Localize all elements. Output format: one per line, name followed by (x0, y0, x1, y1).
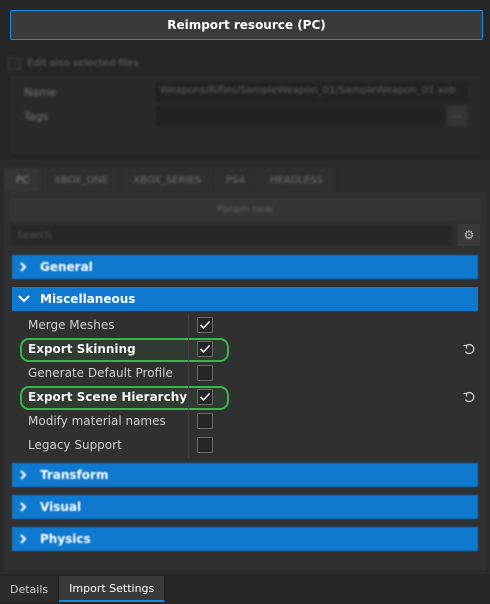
section-miscellaneous-label: Miscellaneous (40, 292, 136, 306)
section-transform-label: Transform (40, 468, 109, 482)
section-transform[interactable]: Transform (12, 463, 478, 487)
export-scene-hierarchy-checkbox[interactable] (197, 389, 213, 405)
tab-import-settings[interactable]: Import Settings (59, 576, 166, 602)
section-visual[interactable]: Visual (12, 495, 478, 519)
column-divider (188, 362, 189, 386)
generate-default-profile-label: Generate Default Profile (28, 366, 173, 380)
row-merge-meshes: Merge Meshes (12, 314, 478, 338)
column-divider (188, 338, 189, 362)
edit-also-label: Edit also selected files (27, 57, 139, 69)
column-divider (188, 386, 189, 410)
row-export-skinning: Export Skinning (12, 338, 478, 362)
search-row: ⚙ (10, 224, 480, 246)
generate-default-profile-checkbox[interactable] (197, 365, 213, 381)
tab-xbox-one[interactable]: XBOX_ONE (42, 168, 122, 192)
row-export-scene-hierarchy: Export Scene Hierarchy (12, 386, 478, 410)
chevron-right-icon (18, 470, 38, 480)
export-skinning-checkbox[interactable] (197, 341, 213, 357)
properties-area: Name Weapons/Rifles/SampleWeapon_01/Samp… (10, 76, 480, 154)
section-physics[interactable]: Physics (12, 527, 478, 551)
export-skinning-label: Export Skinning (28, 342, 136, 356)
tab-details[interactable]: Details (0, 576, 60, 602)
tab-ps4[interactable]: PS4 (214, 168, 258, 192)
row-generate-default-profile: Generate Default Profile (12, 362, 478, 386)
modify-material-names-label: Modify material names (28, 414, 166, 428)
chevron-right-icon (18, 262, 38, 272)
edit-also-checkbox[interactable] (8, 56, 21, 70)
section-visual-label: Visual (40, 500, 82, 514)
search-input[interactable] (10, 224, 453, 246)
gear-icon[interactable]: ⚙ (458, 224, 480, 246)
platform-tabs: PC XBOX_ONE XBOX_SERIES PS4 HEADLESS (4, 168, 336, 192)
section-miscellaneous[interactable]: Miscellaneous (12, 287, 478, 311)
section-general[interactable]: General (12, 255, 478, 279)
top-area: Reimport resource (PC) Edit also selecte… (0, 0, 490, 160)
check-icon (199, 392, 211, 402)
reset-icon[interactable] (462, 342, 476, 356)
export-scene-hierarchy-label: Export Scene Hierarchy (28, 390, 188, 404)
name-field[interactable]: Weapons/Rifles/SampleWeapon_01/SampleWea… (156, 82, 468, 102)
tags-browse-button[interactable]: ... (447, 106, 467, 126)
merge-meshes-label: Merge Meshes (28, 318, 115, 332)
section-physics-label: Physics (40, 532, 91, 546)
section-general-label: General (40, 260, 93, 274)
modify-material-names-checkbox[interactable] (197, 413, 213, 429)
chevron-right-icon (18, 502, 38, 512)
check-icon (199, 344, 211, 354)
row-legacy-support: Legacy Support (12, 434, 478, 458)
edit-also-selected[interactable]: Edit also selected files (8, 55, 139, 71)
reimport-button[interactable]: Reimport resource (PC) (10, 10, 483, 40)
merge-meshes-checkbox[interactable] (197, 317, 213, 333)
row-modify-material-names: Modify material names (12, 410, 478, 434)
tab-xbox-series[interactable]: XBOX_SERIES (121, 168, 215, 192)
name-label: Name (24, 86, 57, 99)
bottom-tab-bar: Details Import Settings (0, 574, 490, 604)
tags-field[interactable] (156, 106, 445, 126)
tab-headless[interactable]: HEADLESS (257, 168, 336, 192)
param-new-button[interactable]: Param new (10, 198, 480, 220)
chevron-right-icon (18, 534, 38, 544)
tab-pc[interactable]: PC (4, 168, 43, 192)
column-divider (188, 434, 189, 458)
check-icon (199, 320, 211, 330)
legacy-support-checkbox[interactable] (197, 437, 213, 453)
legacy-support-label: Legacy Support (28, 438, 122, 452)
reset-icon[interactable] (462, 390, 476, 404)
tags-label: Tags (24, 110, 49, 123)
column-divider (188, 410, 189, 434)
settings-panel: Param new ⚙ General Miscellaneous Merge … (4, 192, 486, 570)
chevron-down-icon (18, 294, 38, 304)
column-divider (188, 314, 189, 338)
